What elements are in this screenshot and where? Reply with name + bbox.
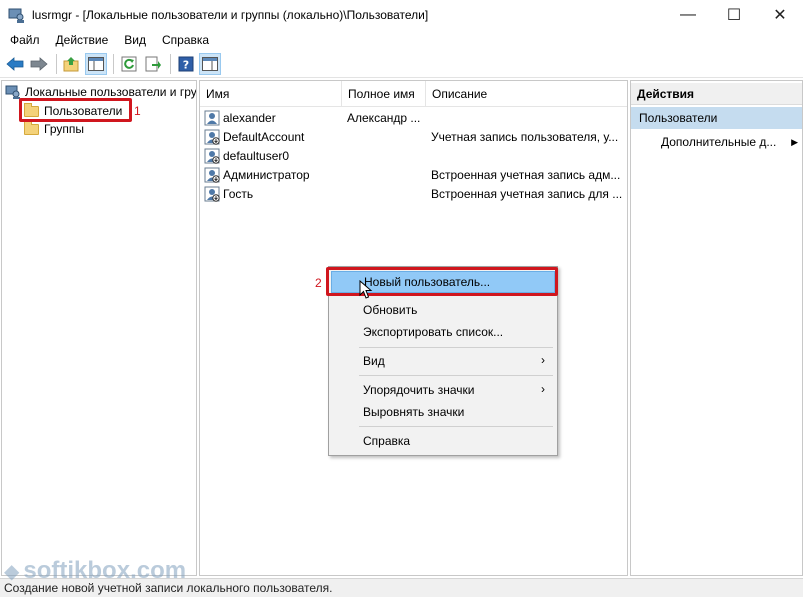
disabled-user-icon [204, 167, 220, 183]
back-arrow-icon[interactable] [4, 53, 26, 75]
window-controls: — ☐ ✕ [665, 0, 803, 30]
menu-help[interactable]: Справка [154, 33, 217, 47]
user-description: Встроенная учетная запись для ... [431, 186, 623, 201]
properties-icon[interactable] [199, 53, 221, 75]
tree-item-groups[interactable]: Группы [24, 120, 84, 138]
menu-file[interactable]: Файл [0, 33, 48, 47]
chevron-right-icon: › [541, 382, 545, 396]
minimize-button[interactable]: — [665, 0, 711, 30]
export-list-icon[interactable] [142, 53, 164, 75]
ctx-separator [359, 426, 553, 427]
close-button[interactable]: ✕ [757, 0, 803, 30]
window-title: lusrmgr - [Локальные пользователи и груп… [32, 8, 429, 22]
mouse-cursor-icon [359, 279, 373, 303]
list-row[interactable]: Гость Встроенная учетная запись для ... [200, 184, 627, 203]
toolbar-separator [56, 54, 57, 74]
list-row[interactable]: alexander Александр ... [200, 108, 627, 127]
ctx-item-label: Вид [363, 354, 385, 368]
column-header-full-name[interactable]: Полное имя [342, 81, 426, 107]
chevron-right-icon: › [541, 353, 545, 367]
disabled-user-icon [204, 186, 220, 202]
folder-icon [24, 121, 40, 137]
ctx-line-up-icons[interactable]: Выровнять значки [331, 401, 555, 423]
user-name: defaultuser0 [223, 148, 290, 163]
ctx-help[interactable]: Справка [331, 430, 555, 452]
refresh-icon[interactable] [118, 53, 140, 75]
column-header-description[interactable]: Описание [426, 81, 626, 107]
help-icon[interactable]: ? [175, 53, 197, 75]
list-row[interactable]: defaultuser0 [200, 146, 627, 165]
user-description: Учетная запись пользователя, у... [431, 129, 619, 144]
list-row[interactable]: DefaultAccount Учетная запись пользовате… [200, 127, 627, 146]
maximize-button[interactable]: ☐ [711, 0, 757, 30]
ctx-export-list[interactable]: Экспортировать список... [331, 321, 555, 343]
user-icon [204, 110, 220, 126]
actions-more-label: Дополнительные д... [661, 135, 777, 149]
ctx-item-label: Экспортировать список... [363, 325, 504, 339]
list-header: Имя Полное имя Описание [200, 81, 627, 107]
ctx-item-label: Упорядочить значки [363, 383, 475, 397]
menu-bar: Файл Действие Вид Справка [0, 30, 803, 50]
toolbar-separator [170, 54, 171, 74]
tree-item-label: Группы [44, 122, 84, 136]
toolbar: ? [0, 51, 803, 78]
ctx-arrange-icons[interactable]: Упорядочить значки › [331, 379, 555, 401]
user-name: Администратор [223, 167, 310, 182]
ctx-item-label: Справка [363, 434, 411, 448]
title-bar: lusrmgr - [Локальные пользователи и груп… [0, 0, 803, 30]
user-name: DefaultAccount [223, 129, 305, 144]
show-hide-tree-icon[interactable] [85, 53, 107, 75]
app-icon [8, 6, 26, 24]
actions-pane: Действия Пользователи Дополнительные д..… [630, 80, 803, 576]
user-name: alexander [223, 110, 276, 125]
ctx-view[interactable]: Вид › [331, 350, 555, 372]
tree-pane: Локальные пользователи и группы (локальн… [1, 80, 197, 576]
ctx-separator [359, 347, 553, 348]
ctx-item-label: Обновить [363, 303, 418, 317]
actions-section-users[interactable]: Пользователи [631, 107, 802, 129]
toolbar-separator [113, 54, 114, 74]
submenu-arrow-icon: ▶ [791, 136, 798, 147]
tree-root-label: Локальные пользователи и группы (локальн… [25, 85, 197, 99]
list-row[interactable]: Администратор Встроенная учетная запись … [200, 165, 627, 184]
ctx-separator [359, 375, 553, 376]
up-folder-icon[interactable] [61, 53, 83, 75]
user-name: Гость [223, 186, 254, 201]
menu-view[interactable]: Вид [116, 33, 154, 47]
annotation-number-1: 1 [134, 104, 141, 118]
menu-action[interactable]: Действие [48, 33, 117, 47]
column-header-name[interactable]: Имя [200, 81, 342, 107]
annotation-number-2: 2 [315, 276, 322, 290]
forward-arrow-icon[interactable] [28, 53, 50, 75]
svg-text:?: ? [183, 59, 189, 72]
annotation-box-1 [19, 98, 132, 122]
actions-header: Действия [631, 83, 802, 105]
disabled-user-icon [204, 129, 220, 145]
actions-more-item[interactable]: Дополнительные д... ▶ [661, 133, 802, 151]
user-full-name: Александр ... [347, 110, 421, 125]
user-description: Встроенная учетная запись адм... [431, 167, 621, 182]
watermark-text: softikbox.com [23, 557, 187, 584]
disabled-user-icon [204, 148, 220, 164]
watermark-logo: ◆ softikbox.com [4, 556, 186, 586]
watermark-icon: ◆ [4, 560, 20, 583]
ctx-item-label: Выровнять значки [363, 405, 465, 419]
